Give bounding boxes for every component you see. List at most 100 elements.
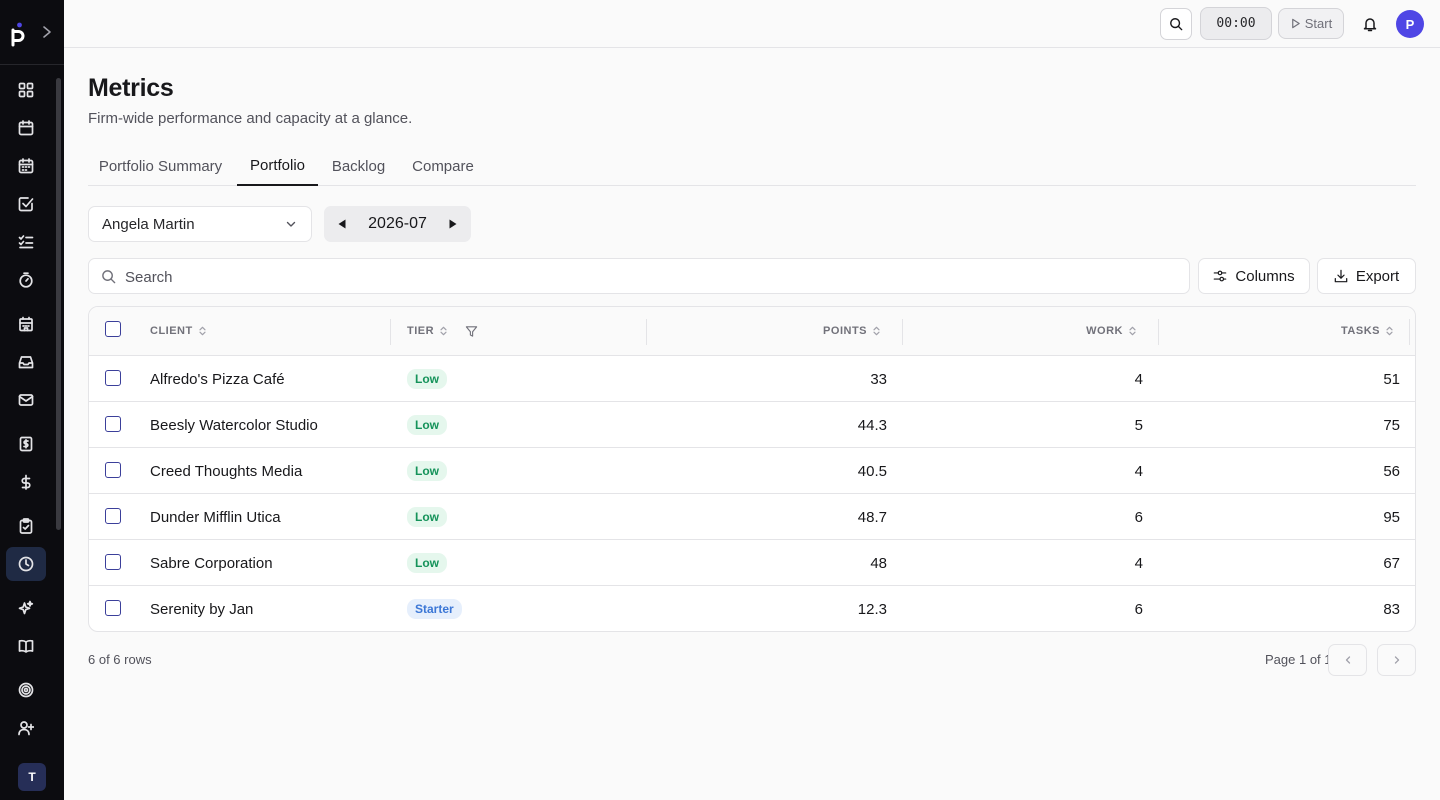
book-icon bbox=[18, 639, 34, 653]
page-subtitle: Firm-wide performance and capacity at a … bbox=[88, 110, 413, 127]
nav-metrics[interactable] bbox=[6, 547, 46, 581]
header-client[interactable]: CLIENT bbox=[150, 307, 390, 355]
header-work[interactable]: WORK bbox=[905, 307, 1137, 355]
row-checkbox[interactable] bbox=[105, 370, 121, 386]
row-checkbox[interactable] bbox=[105, 416, 121, 432]
table-row[interactable]: Beesly Watercolor Studio Low 44.3 5 75 bbox=[89, 402, 1415, 448]
column-resizer[interactable] bbox=[1409, 319, 1410, 345]
cell-work: 4 bbox=[1134, 554, 1143, 572]
bell-icon bbox=[1363, 18, 1377, 32]
sidebar-divider bbox=[0, 64, 64, 65]
page-title: Metrics bbox=[88, 74, 174, 102]
tab-portfolio[interactable]: Portfolio bbox=[237, 146, 318, 186]
header-points[interactable]: POINTS bbox=[649, 307, 881, 355]
nav-invoices[interactable] bbox=[6, 427, 46, 461]
chevron-right-icon bbox=[1394, 656, 1399, 664]
clock-icon bbox=[18, 556, 34, 572]
cell-tasks: 56 bbox=[1383, 462, 1400, 480]
nav-ai[interactable] bbox=[6, 591, 46, 625]
checklist-icon bbox=[18, 235, 34, 249]
column-resizer[interactable] bbox=[1158, 319, 1159, 345]
cell-tier: Low bbox=[407, 494, 607, 540]
row-checkbox[interactable] bbox=[105, 600, 121, 616]
next-page-button[interactable] bbox=[1377, 644, 1416, 676]
header-tier-label: TIER bbox=[407, 325, 435, 337]
filter-icon[interactable] bbox=[465, 325, 478, 338]
header-client-label: CLIENT bbox=[150, 325, 193, 337]
header-tasks[interactable]: TASKS bbox=[1161, 307, 1394, 355]
nav-tasks[interactable] bbox=[6, 187, 46, 221]
nav-mail[interactable] bbox=[6, 383, 46, 417]
sidebar-scrollbar[interactable] bbox=[56, 78, 61, 530]
prev-month-button[interactable] bbox=[324, 206, 360, 242]
user-avatar[interactable]: P bbox=[1396, 10, 1424, 38]
cell-client: Serenity by Jan bbox=[150, 600, 254, 618]
global-search-button[interactable] bbox=[1160, 8, 1192, 40]
nav-invite[interactable] bbox=[6, 711, 46, 745]
tab-backlog[interactable]: Backlog bbox=[325, 146, 392, 186]
tab-portfolio-summary[interactable]: Portfolio Summary bbox=[88, 146, 233, 186]
nav-calendar[interactable] bbox=[6, 111, 46, 145]
nav-billing[interactable] bbox=[6, 465, 46, 499]
nav-clients[interactable] bbox=[6, 307, 46, 341]
column-resizer[interactable] bbox=[646, 319, 647, 345]
dashboard-icon bbox=[18, 82, 34, 98]
sidebar: T bbox=[0, 0, 64, 800]
row-checkbox[interactable] bbox=[105, 554, 121, 570]
cell-points: 48.7 bbox=[857, 508, 887, 526]
header-tier[interactable]: TIER bbox=[407, 307, 647, 355]
stopwatch-icon bbox=[19, 272, 33, 288]
select-all-checkbox[interactable] bbox=[105, 321, 121, 337]
nav-inbox[interactable] bbox=[6, 345, 46, 379]
cell-work: 6 bbox=[1134, 600, 1143, 618]
person-select[interactable]: Angela Martin bbox=[88, 206, 312, 242]
chevron-right-icon[interactable] bbox=[40, 24, 54, 40]
start-timer-label: Start bbox=[1304, 16, 1333, 31]
search-icon bbox=[1170, 18, 1183, 31]
sort-icon bbox=[1129, 326, 1136, 336]
cell-points: 12.3 bbox=[857, 600, 887, 618]
table-row[interactable]: Alfredo's Pizza Café Low 33 4 51 bbox=[89, 356, 1415, 402]
export-label: Export bbox=[1355, 267, 1400, 285]
columns-label: Columns bbox=[1235, 267, 1295, 285]
export-button[interactable]: Export bbox=[1317, 258, 1416, 294]
columns-button[interactable]: Columns bbox=[1198, 258, 1310, 294]
column-resizer[interactable] bbox=[390, 319, 391, 345]
row-checkbox[interactable] bbox=[105, 462, 121, 478]
tier-badge: Low bbox=[407, 553, 447, 573]
nav-timer[interactable] bbox=[6, 263, 46, 297]
top-bar: 00:00 Start P bbox=[64, 0, 1440, 48]
start-timer-button[interactable]: Start bbox=[1278, 8, 1344, 39]
tab-compare[interactable]: Compare bbox=[406, 146, 480, 186]
row-checkbox[interactable] bbox=[105, 508, 121, 524]
search-icon bbox=[102, 270, 116, 284]
invoice-icon bbox=[19, 436, 33, 452]
nav-reports[interactable] bbox=[6, 509, 46, 543]
notifications-button[interactable] bbox=[1360, 14, 1380, 34]
page-info: Page 1 of 1 bbox=[1265, 652, 1332, 667]
month-picker: 2026-07 bbox=[324, 206, 471, 242]
nav-knowledge[interactable] bbox=[6, 629, 46, 663]
calendar-grid-icon bbox=[18, 158, 34, 174]
prev-page-button[interactable] bbox=[1328, 644, 1367, 676]
nav-dashboard[interactable] bbox=[6, 73, 46, 107]
table-row[interactable]: Creed Thoughts Media Low 40.5 4 56 bbox=[89, 448, 1415, 494]
current-month: 2026-07 bbox=[368, 215, 427, 232]
cell-client: Sabre Corporation bbox=[150, 554, 273, 572]
chevron-left-icon bbox=[1345, 656, 1350, 664]
search-input[interactable] bbox=[125, 267, 1165, 287]
app-logo-icon[interactable] bbox=[9, 22, 29, 48]
table-row[interactable]: Dunder Mifflin Utica Low 48.7 6 95 bbox=[89, 494, 1415, 540]
table-row[interactable]: Serenity by Jan Starter 12.3 6 83 bbox=[89, 586, 1415, 631]
cell-points: 33 bbox=[870, 370, 887, 388]
cell-tier: Low bbox=[407, 540, 607, 586]
table-row[interactable]: Sabre Corporation Low 48 4 67 bbox=[89, 540, 1415, 586]
cell-work: 6 bbox=[1134, 508, 1143, 526]
nav-goals[interactable] bbox=[6, 673, 46, 707]
nav-schedule[interactable] bbox=[6, 149, 46, 183]
column-resizer[interactable] bbox=[902, 319, 903, 345]
calendar-icon bbox=[18, 120, 34, 136]
team-avatar[interactable]: T bbox=[18, 763, 46, 791]
nav-checklist[interactable] bbox=[6, 225, 46, 259]
next-month-button[interactable] bbox=[435, 206, 471, 242]
